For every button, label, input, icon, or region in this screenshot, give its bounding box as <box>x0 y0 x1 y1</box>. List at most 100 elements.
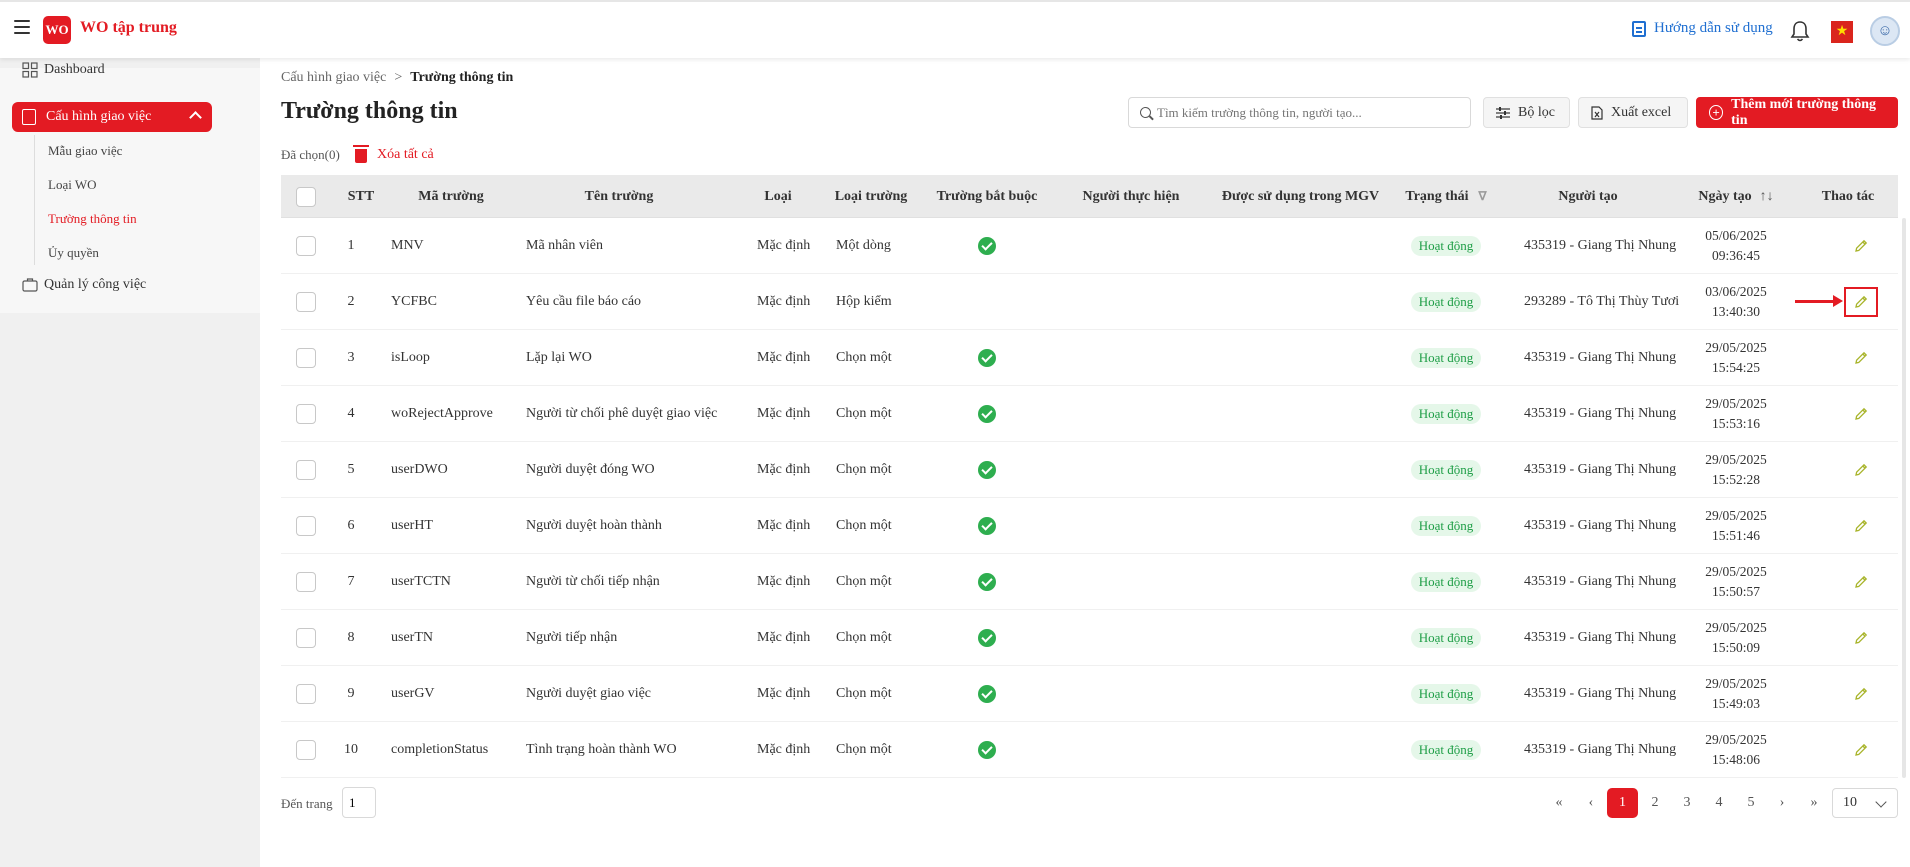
row-checkbox[interactable] <box>296 684 316 704</box>
goto-page-input[interactable] <box>342 787 376 818</box>
edit-button[interactable] <box>1841 330 1881 386</box>
sidebar-subitem-delegation[interactable]: Ủy quyền <box>48 245 99 261</box>
next-page-button[interactable]: › <box>1771 788 1793 818</box>
cell-code: userDWO <box>391 462 448 477</box>
status-badge: Hoạt động <box>1410 628 1482 648</box>
select-all-checkbox[interactable] <box>296 186 316 207</box>
created-time: 09:36:45 <box>1711 248 1760 263</box>
edit-button[interactable] <box>1841 666 1881 722</box>
page-5-button[interactable]: 5 <box>1739 788 1763 818</box>
header-name: Tên trường <box>584 188 654 204</box>
cell-code: completionStatus <box>391 742 489 757</box>
edit-button[interactable] <box>1841 386 1881 442</box>
notification-bell-icon[interactable] <box>1790 20 1810 42</box>
first-page-button[interactable]: « <box>1548 788 1570 818</box>
cell-type: Mặc định <box>757 294 811 309</box>
row-checkbox[interactable] <box>296 460 316 480</box>
cell-creator: 435319 - Giang Thị Nhung <box>1524 742 1677 757</box>
row-checkbox[interactable] <box>296 348 316 368</box>
cell-name: Người tiếp nhận <box>526 630 618 645</box>
cell-type: Mặc định <box>757 686 811 701</box>
row-checkbox-cell <box>291 722 321 778</box>
user-avatar[interactable]: ☺ <box>1870 16 1900 46</box>
cell-name: Người từ chối tiếp nhận <box>526 574 660 589</box>
cell-name: Người duyệt hoàn thành <box>526 518 662 533</box>
header-created[interactable]: Ngày tạo ↑↓ <box>1681 175 1791 218</box>
row-checkbox[interactable] <box>296 572 316 592</box>
header-type: Loại <box>764 188 792 204</box>
sidebar-item-work-management[interactable]: Quản lý công việc <box>22 277 146 293</box>
search-input[interactable] <box>1157 104 1457 121</box>
sidebar-item-dashboard[interactable]: Dashboard <box>22 62 105 78</box>
edit-button[interactable] <box>1841 498 1881 554</box>
clear-all-button[interactable]: Xóa tất cả <box>353 145 434 163</box>
breadcrumb-separator: > <box>394 70 403 85</box>
cell-created: 03/06/2025 13:40:30 <box>1681 274 1791 330</box>
chevron-down-icon <box>1875 796 1887 808</box>
table-row: 10 completionStatus Tình trạng hoàn thành … <box>281 722 1898 778</box>
status-badge: Hoạt động <box>1410 236 1482 256</box>
cell-field-type: Chọn một <box>836 350 892 365</box>
cell-creator: 435319 - Giang Thị Nhung <box>1524 574 1677 589</box>
page-size-select[interactable]: 10 <box>1832 788 1898 818</box>
sidebar-item-config[interactable]: Cấu hình giao việc <box>12 102 212 132</box>
cell-field-type: Chọn một <box>836 462 892 477</box>
edit-button[interactable] <box>1841 554 1881 610</box>
cell-code: userGV <box>391 686 435 701</box>
edit-button[interactable] <box>1841 442 1881 498</box>
filter-button[interactable]: Bộ lọc <box>1483 97 1570 128</box>
created-datetime: 03/06/2025 13:40:30 <box>1705 282 1767 322</box>
page-1-button[interactable]: 1 <box>1607 788 1638 818</box>
row-checkbox[interactable] <box>296 292 316 312</box>
edit-button[interactable] <box>1841 722 1881 778</box>
table-scrollbar[interactable] <box>1902 218 1906 778</box>
user-guide-link[interactable]: Hướng dẫn sử dụng <box>1632 20 1773 37</box>
edit-button[interactable] <box>1841 610 1881 666</box>
row-checkbox[interactable] <box>296 628 316 648</box>
sidebar-subitem-wo-types[interactable]: Loại WO <box>48 177 97 193</box>
page-4-button[interactable]: 4 <box>1707 788 1731 818</box>
edit-button[interactable] <box>1844 287 1878 317</box>
chevron-up-icon[interactable] <box>189 111 202 124</box>
cell-status: Hoạt động <box>1381 498 1511 554</box>
page-2-button[interactable]: 2 <box>1643 788 1667 818</box>
header-status[interactable]: Trạng thái ∇ <box>1381 175 1511 218</box>
search-box[interactable] <box>1128 97 1471 128</box>
table-row: 2 YCFBC Yêu cầu file báo cáo Mặc định Hộp ki… <box>281 274 1898 330</box>
edit-button[interactable] <box>1841 218 1881 274</box>
cell-stt: 10 <box>344 742 358 757</box>
selected-count: Đã chọn(0) <box>281 147 340 162</box>
created-datetime: 29/05/2025 15:54:25 <box>1705 338 1767 378</box>
select-all-cell <box>291 175 321 218</box>
add-field-button[interactable]: + Thêm mới trường thông tin <box>1696 97 1898 128</box>
row-checkbox[interactable] <box>296 740 316 760</box>
check-circle-icon <box>978 573 996 591</box>
status-filter-icon[interactable]: ∇ <box>1479 189 1487 204</box>
export-excel-button[interactable]: Xuất excel <box>1578 97 1688 128</box>
clear-all-label: Xóa tất cả <box>377 146 434 162</box>
pencil-icon <box>1853 406 1869 422</box>
hamburger-menu-icon[interactable] <box>14 20 30 34</box>
app-title[interactable]: WO tập trung <box>80 19 177 37</box>
table-row: 9 userGV Người duyệt giao việc Mặc định Chọn… <box>281 666 1898 722</box>
cell-status: Hoạt động <box>1381 218 1511 274</box>
page-3-button[interactable]: 3 <box>1675 788 1699 818</box>
header-used-in-mgv: Được sử dụng trong MGV <box>1221 188 1380 204</box>
prev-page-button[interactable]: ‹ <box>1580 788 1602 818</box>
sidebar-item-work-management-label: Quản lý công việc <box>44 277 147 292</box>
add-field-label: Thêm mới trường thông tin <box>1731 96 1876 128</box>
cell-stt: 8 <box>347 630 355 645</box>
row-checkbox[interactable] <box>296 404 316 424</box>
sort-icon[interactable]: ↑↓ <box>1760 189 1774 205</box>
vietnam-flag-icon[interactable]: ★ <box>1831 21 1853 43</box>
row-checkbox[interactable] <box>296 516 316 536</box>
last-page-button[interactable]: » <box>1803 788 1825 818</box>
sidebar-subitem-fields[interactable]: Trường thông tin <box>48 211 137 227</box>
sliders-icon <box>1496 106 1510 119</box>
breadcrumb-parent[interactable]: Cấu hình giao việc <box>281 70 386 85</box>
row-checkbox[interactable] <box>296 236 316 256</box>
cell-stt: 7 <box>347 574 355 589</box>
sidebar-subitem-templates[interactable]: Mẫu giao việc <box>48 143 122 159</box>
table-row: 8 userTN Người tiếp nhận Mặc định Chọn một Ho… <box>281 610 1898 666</box>
cell-status: Hoạt động <box>1381 442 1511 498</box>
